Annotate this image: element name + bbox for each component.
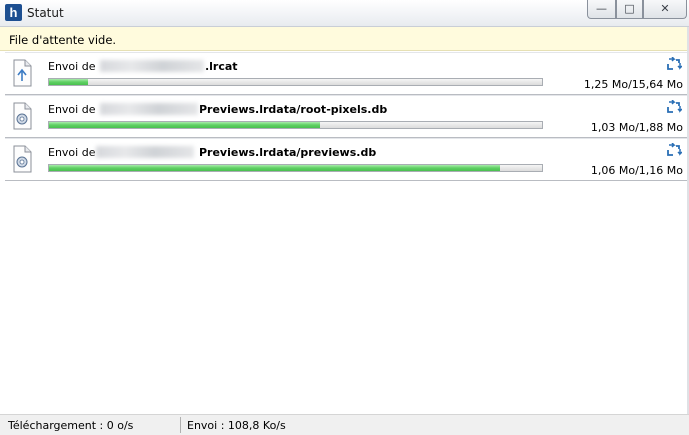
redacted-path	[99, 103, 198, 115]
progress-bar	[48, 164, 543, 172]
window-title: Statut	[27, 6, 64, 20]
upload-row: Envoi de Previews.lrdata/root-pixels.db …	[5, 95, 688, 138]
upload-filename: .lrcat	[204, 60, 238, 73]
upload-label: Envoi de Previews.lrdata/root-pixels.db	[48, 103, 387, 116]
redacted-path	[96, 146, 195, 158]
close-button[interactable]: ✕	[643, 0, 687, 19]
app-logo-icon: h	[5, 4, 22, 21]
download-speed: Téléchargement : 0 o/s	[8, 419, 134, 432]
maximize-button[interactable]: □	[616, 0, 643, 19]
upload-size: 1,06 Mo/1,16 Mo	[590, 164, 683, 177]
upload-filename: Previews.lrdata/root-pixels.db	[198, 103, 388, 116]
minimize-button[interactable]: —	[587, 0, 616, 19]
progress-fill	[49, 165, 500, 171]
upload-prefix: Envoi de	[48, 146, 96, 159]
redacted-path	[99, 60, 204, 72]
progress-bar	[48, 78, 543, 86]
upload-prefix: Envoi de	[48, 60, 96, 73]
upload-row: Envoi de Previews.lrdata/previews.db 1,0…	[5, 138, 688, 181]
progress-fill	[49, 79, 89, 85]
upload-speed: Envoi : 108,8 Ko/s	[187, 419, 286, 432]
database-file-icon	[13, 102, 32, 130]
queue-notice: File d'attente vide.	[0, 27, 689, 51]
upload-label: Envoi de .lrcat	[48, 60, 238, 73]
sync-icon[interactable]	[666, 57, 682, 73]
progress-bar	[48, 121, 543, 129]
database-file-icon	[13, 145, 32, 173]
upload-size: 1,03 Mo/1,88 Mo	[590, 121, 683, 134]
document-icon	[13, 59, 32, 87]
upload-prefix: Envoi de	[48, 103, 96, 116]
title-bar: h Statut — □ ✕	[0, 0, 689, 27]
status-divider	[180, 417, 181, 433]
sync-icon[interactable]	[666, 100, 682, 116]
sync-icon[interactable]	[666, 143, 682, 159]
upload-row: Envoi de .lrcat 1,25 Mo/15,64 Mo	[5, 52, 688, 95]
upload-size: 1,25 Mo/15,64 Mo	[583, 78, 683, 91]
status-bar: Téléchargement : 0 o/s Envoi : 108,8 Ko/…	[0, 414, 689, 435]
upload-label: Envoi de Previews.lrdata/previews.db	[48, 146, 376, 159]
progress-fill	[49, 122, 321, 128]
upload-filename: Previews.lrdata/previews.db	[198, 146, 377, 159]
